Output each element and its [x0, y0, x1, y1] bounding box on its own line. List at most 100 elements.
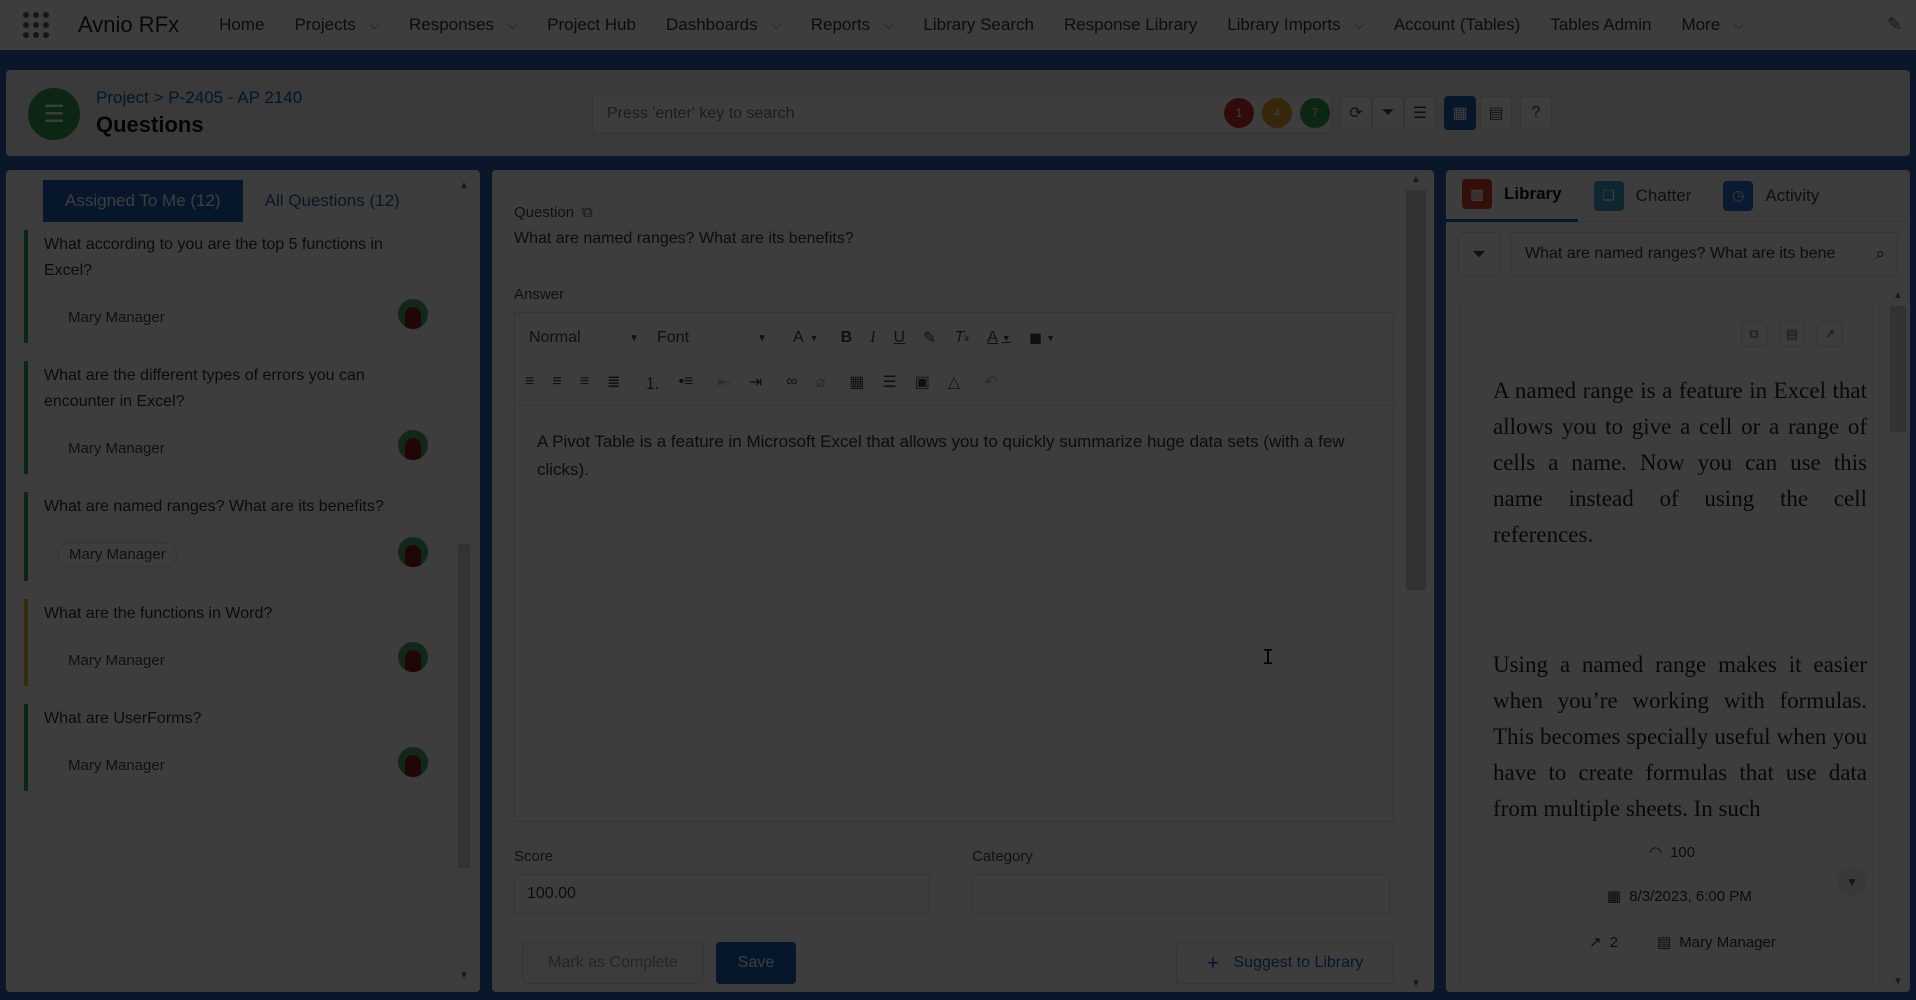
drive-icon[interactable]: △: [948, 372, 960, 392]
mark-complete-button[interactable]: Mark as Complete: [522, 942, 704, 984]
unlink-icon[interactable]: ⌀: [816, 372, 826, 392]
refresh-icon[interactable]: ⟳: [1340, 96, 1372, 130]
score-meta-value: 100: [1670, 843, 1696, 861]
background-color-icon[interactable]: ◼ ▼: [1029, 328, 1055, 348]
nav-item[interactable]: Library Imports ⌵: [1227, 15, 1363, 35]
scroll-thumb[interactable]: [1406, 190, 1426, 590]
align-center-icon[interactable]: ≡: [552, 373, 561, 391]
filter-icon[interactable]: ⏷: [1458, 232, 1500, 276]
question-card[interactable]: What are the functions in Word? Mary Mana…: [24, 599, 446, 686]
nav-item[interactable]: Dashboards ⌵: [666, 15, 781, 35]
tab-all-questions[interactable]: All Questions (12): [243, 180, 422, 222]
nav-item[interactable]: Account (Tables): [1394, 15, 1521, 35]
filter-icon[interactable]: ⏷: [1372, 96, 1404, 130]
scroll-up-icon[interactable]: ▲: [459, 180, 469, 191]
question-card[interactable]: What are named ranges? What are its bene…: [24, 492, 446, 581]
clear-format-icon[interactable]: Tx: [954, 329, 969, 347]
horizontal-rule-icon[interactable]: ☰: [882, 372, 896, 392]
chevron-down-icon[interactable]: ⌵: [884, 18, 893, 33]
text-cursor-icon: I: [1262, 645, 1275, 669]
format-select[interactable]: Normal ▼: [529, 329, 639, 347]
paste-icon[interactable]: ▤: [1779, 321, 1805, 347]
answer-panel-scrollbar[interactable]: ▲ ▼: [1406, 170, 1426, 992]
chevron-down-icon[interactable]: ▼: [1837, 867, 1867, 897]
search-icon[interactable]: ⌕: [1875, 244, 1885, 264]
scroll-up-icon[interactable]: ▲: [1893, 290, 1903, 301]
rich-text-editor[interactable]: Normal ▼ Font ▼ A ▼ B I U ✎ Tx A ▼ ◼ ▼ ≡ ≡ ≡ …: [514, 312, 1394, 822]
question-list: What according to you are the top 5 func…: [24, 230, 450, 809]
question-card[interactable]: What are the different types of errors y…: [24, 361, 446, 474]
nav-item[interactable]: Responses ⌵: [409, 15, 517, 35]
image-icon[interactable]: ▣: [915, 372, 930, 392]
chevron-down-icon[interactable]: ⌵: [1355, 18, 1364, 33]
table-view-icon[interactable]: ▤: [1480, 96, 1512, 130]
tab-activity[interactable]: ◷ Activity: [1707, 170, 1835, 222]
save-button[interactable]: Save: [716, 942, 796, 984]
status-badge-red[interactable]: 1: [1224, 98, 1254, 128]
nav-item[interactable]: Library Search: [923, 15, 1034, 35]
italic-icon[interactable]: I: [870, 329, 875, 347]
split-view-icon[interactable]: ▦: [1444, 96, 1476, 130]
scroll-down-icon[interactable]: ▼: [1893, 976, 1903, 987]
library-search-input[interactable]: What are named ranges? What are its bene…: [1510, 232, 1898, 276]
nav-item[interactable]: Projects ⌵: [294, 15, 379, 35]
align-right-icon[interactable]: ≡: [580, 373, 589, 391]
font-size-icon[interactable]: A ▼: [793, 329, 819, 347]
text-color-icon[interactable]: A ▼: [987, 329, 1011, 347]
chevron-down-icon[interactable]: ⌵: [370, 18, 379, 33]
search-input[interactable]: Press 'enter' key to search: [592, 94, 1332, 134]
open-external-icon[interactable]: ↗: [1817, 321, 1843, 347]
scroll-up-icon[interactable]: ▲: [1411, 174, 1421, 185]
suggest-to-library-button[interactable]: + Suggest to Library: [1176, 942, 1394, 984]
outdent-icon[interactable]: ⇤: [717, 372, 730, 392]
scroll-down-icon[interactable]: ▼: [459, 970, 469, 981]
nav-item[interactable]: Project Hub: [547, 15, 636, 35]
chevron-down-icon[interactable]: ⌵: [772, 18, 781, 33]
app-launcher-icon[interactable]: [18, 7, 54, 43]
library-paragraph: Using a named range makes it easier when…: [1493, 652, 1867, 821]
format-painter-icon[interactable]: ✎: [923, 328, 936, 348]
underline-icon[interactable]: U: [893, 329, 905, 347]
bullet-list-icon[interactable]: •≡: [678, 373, 693, 391]
scroll-down-icon[interactable]: ▼: [1411, 978, 1421, 989]
side-panel-scrollbar[interactable]: ▲ ▼: [1890, 290, 1906, 990]
scroll-thumb[interactable]: [458, 544, 470, 868]
question-list-scrollbar[interactable]: ▲ ▼: [458, 180, 470, 982]
score-field[interactable]: 100.00: [514, 874, 930, 914]
bold-icon[interactable]: B: [841, 329, 853, 347]
nav-item[interactable]: Tables Admin: [1550, 15, 1651, 35]
tab-library[interactable]: ▥ Library: [1446, 170, 1578, 222]
align-left-icon[interactable]: ≡: [525, 373, 534, 391]
category-field[interactable]: [972, 874, 1390, 914]
status-badge-green[interactable]: 7: [1300, 98, 1330, 128]
answer-text[interactable]: A Pivot Table is a feature in Microsoft …: [515, 405, 1393, 506]
numbered-list-icon[interactable]: ⒈: [644, 370, 660, 394]
edit-nav-icon[interactable]: ✎: [1887, 14, 1902, 35]
nav-item[interactable]: Response Library: [1064, 15, 1197, 35]
justify-icon[interactable]: ≣: [607, 372, 620, 392]
table-icon[interactable]: ▦: [849, 372, 864, 392]
sort-icon[interactable]: ☰: [1404, 96, 1436, 130]
undo-icon[interactable]: ↶: [984, 372, 997, 392]
chevron-down-icon[interactable]: ⌵: [508, 18, 517, 33]
copy-icon[interactable]: ⧉: [1741, 321, 1767, 347]
breadcrumb[interactable]: Project > P-2405 - AP 2140: [96, 88, 302, 108]
nav-item[interactable]: Home: [219, 15, 264, 35]
nav-item[interactable]: Reports ⌵: [811, 15, 894, 35]
link-icon[interactable]: ∞: [786, 373, 797, 391]
chevron-down-icon[interactable]: ⌵: [1734, 18, 1743, 33]
tab-chatter-label: Chatter: [1635, 185, 1692, 205]
scroll-thumb[interactable]: [1890, 306, 1906, 432]
font-select[interactable]: Font ▼: [657, 329, 767, 347]
editor-toolbar-row-2: ≡ ≡ ≡ ≣ ⒈ •≡ ⇤ ⇥ ∞ ⌀ ▦ ☰ ▣ △ ↶: [515, 361, 1393, 403]
nav-item-label: Project Hub: [547, 15, 636, 34]
help-icon[interactable]: ?: [1520, 96, 1552, 130]
tab-assigned-to-me[interactable]: Assigned To Me (12): [43, 180, 243, 222]
question-card[interactable]: What according to you are the top 5 func…: [24, 230, 446, 343]
indent-icon[interactable]: ⇥: [749, 372, 762, 392]
tab-chatter[interactable]: ❏ Chatter: [1578, 170, 1708, 222]
question-card[interactable]: What are UserForms? Mary Manager: [24, 704, 446, 791]
nav-item[interactable]: More ⌵: [1681, 15, 1743, 35]
open-external-icon[interactable]: ⧉: [582, 204, 593, 221]
status-badge-yellow[interactable]: 4: [1262, 98, 1292, 128]
